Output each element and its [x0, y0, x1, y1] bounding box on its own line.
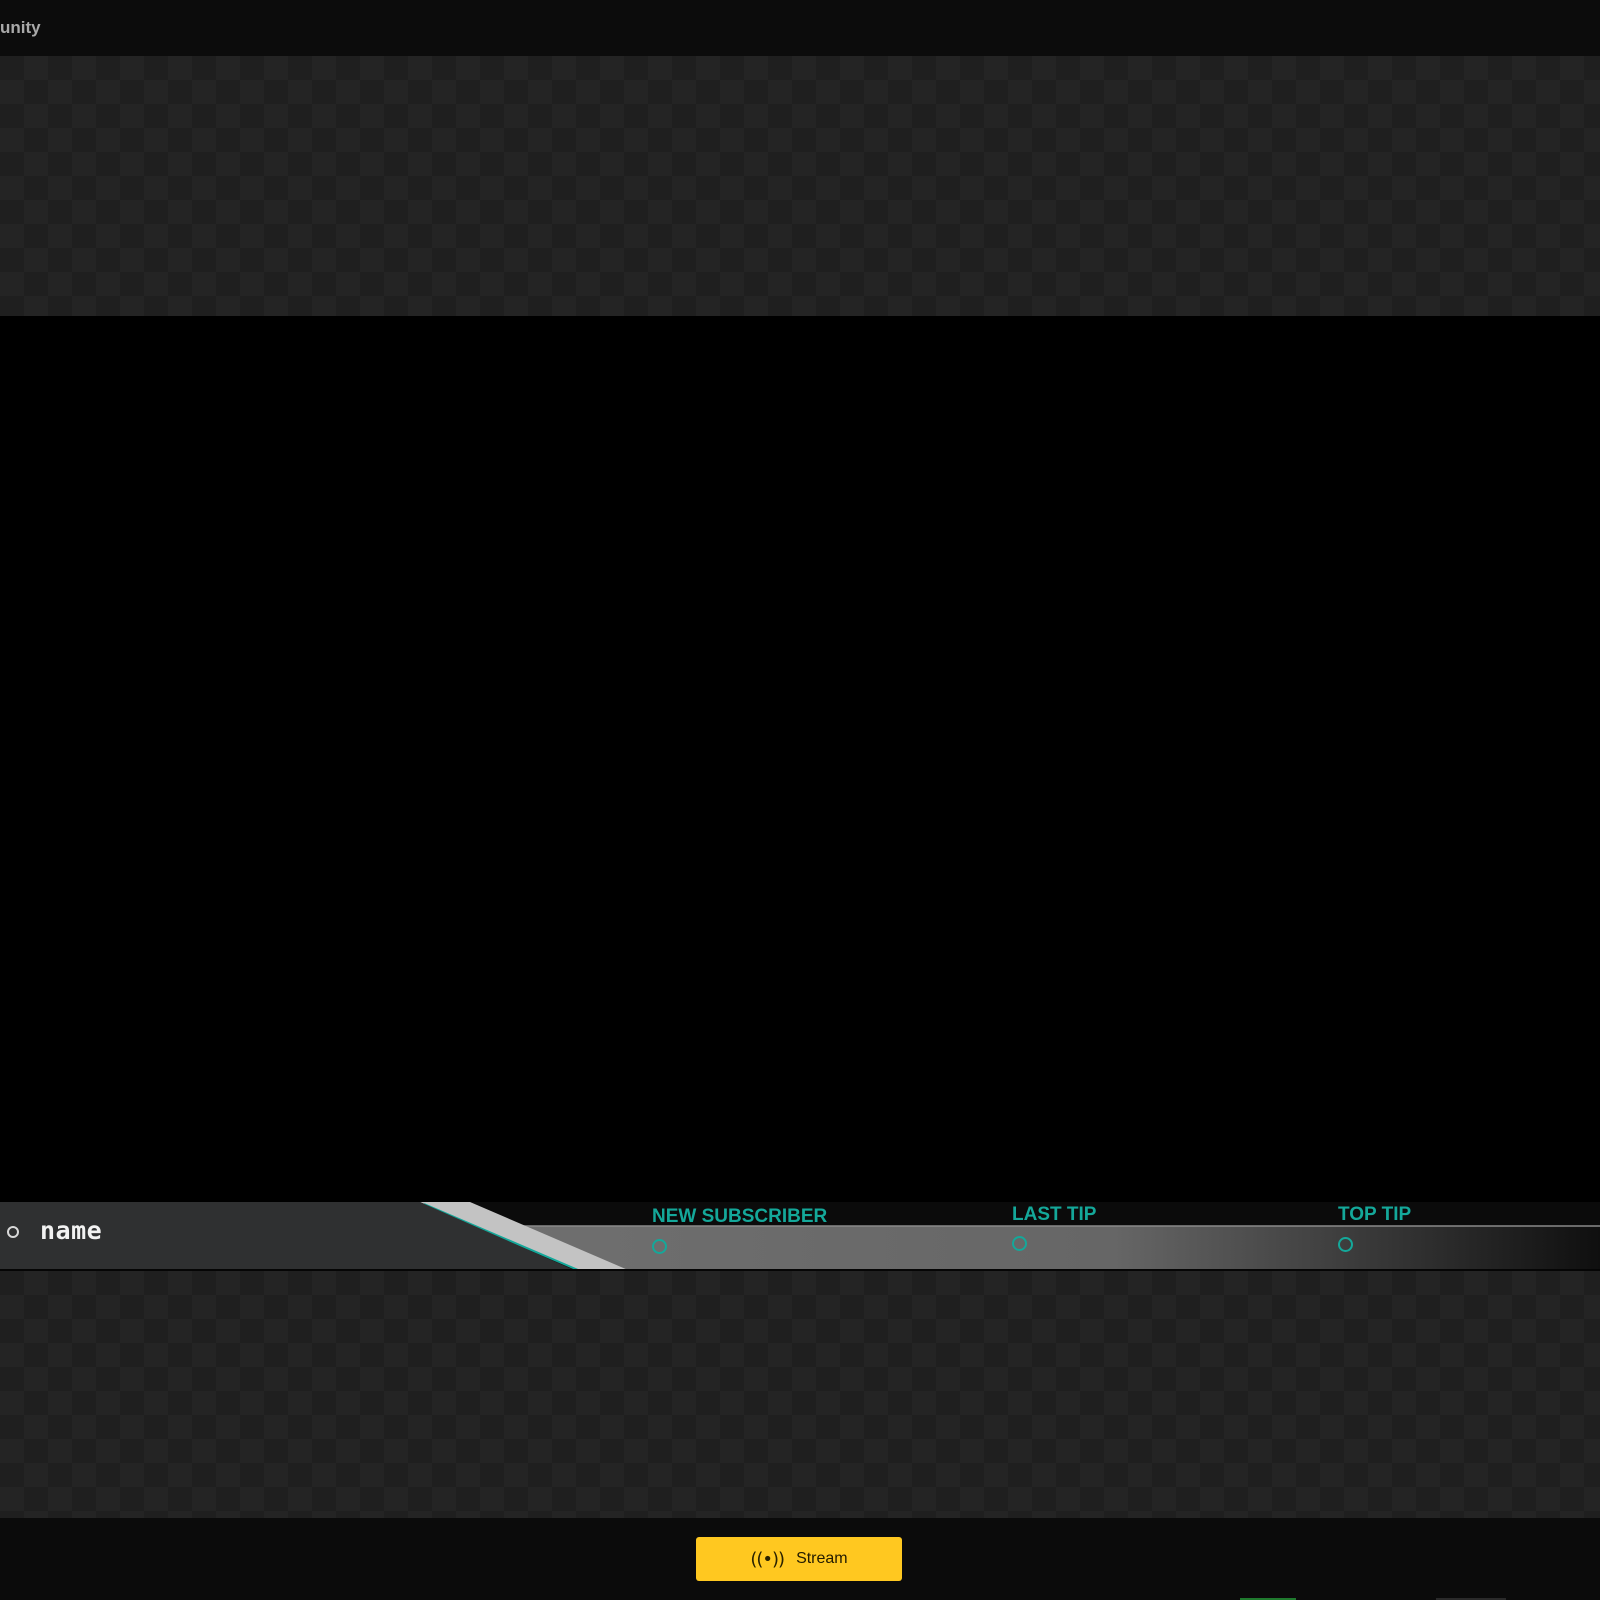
stream-overlay-bar[interactable]: name NEW SUBSCRIBER LAST TIP TOP TIP [0, 1202, 1600, 1271]
broadcast-icon: ((•)) [750, 1548, 785, 1570]
transparent-canvas-top [0, 56, 1600, 316]
transparent-canvas-bottom [0, 1271, 1600, 1518]
preview-canvas[interactable] [0, 316, 1600, 1202]
stats-bar [520, 1226, 1600, 1270]
stream-button[interactable]: ((•)) Stream [696, 1537, 902, 1581]
streamer-name: name [40, 1216, 103, 1245]
name-status-icon [7, 1226, 19, 1238]
top-tip-dot-icon [1338, 1237, 1353, 1252]
stream-button-label: Stream [796, 1550, 848, 1567]
top-tip-label: TOP TIP [1338, 1204, 1412, 1225]
new-subscriber-label: NEW SUBSCRIBER [652, 1206, 828, 1227]
bottom-toolbar: ((•)) Stream [0, 1518, 1600, 1600]
last-tip-label: LAST TIP [1012, 1204, 1097, 1225]
last-tip-dot-icon [1012, 1236, 1027, 1251]
top-bar: unity [0, 0, 1600, 56]
new-subscriber-dot-icon [652, 1239, 667, 1254]
window-title: unity [0, 18, 41, 37]
